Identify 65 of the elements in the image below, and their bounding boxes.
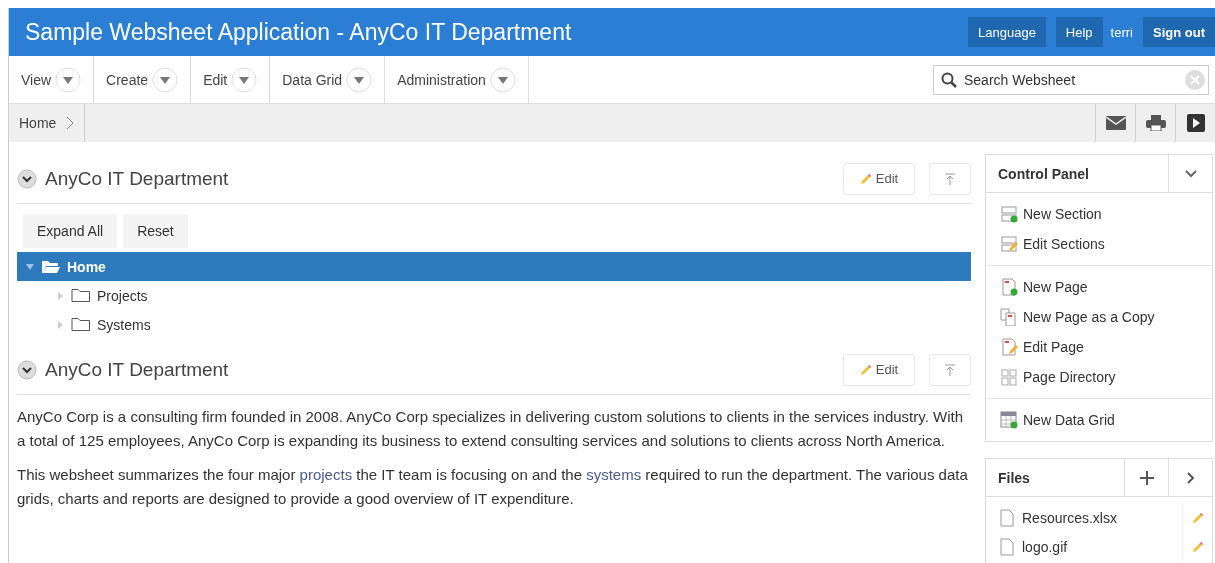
text-link[interactable]: systems [586, 466, 642, 483]
tree-node[interactable]: Projects [17, 281, 971, 310]
app-title: Sample Websheet Application - AnyCo IT Department [25, 18, 573, 46]
arrow-up-icon [944, 172, 956, 185]
panel-link[interactable]: New Page as a Copy [986, 302, 1212, 332]
panel-link[interactable]: New Data Grid [986, 405, 1212, 435]
tree-node[interactable]: Home [17, 252, 971, 281]
expand-down-icon[interactable] [25, 261, 35, 272]
collapse-icon[interactable] [17, 168, 37, 189]
section-icon [1000, 205, 1018, 223]
tree-button[interactable]: Reset [123, 214, 188, 248]
chevron-down-icon [1184, 169, 1197, 178]
header-button[interactable]: Language [968, 17, 1046, 47]
dropdown-icon[interactable] [55, 66, 82, 93]
section-title: AnyCo IT Department [45, 358, 230, 381]
panel-link[interactable]: Page Directory [986, 362, 1212, 392]
header-button[interactable]: Help [1055, 17, 1103, 47]
file-icon [1000, 537, 1014, 556]
envelope-icon [1105, 116, 1126, 130]
pencil-icon [859, 172, 872, 185]
pencil-icon [859, 363, 872, 376]
user-name: terri [1110, 24, 1133, 40]
edit-button[interactable]: Edit [843, 353, 915, 386]
page-icon [1000, 278, 1018, 296]
grid-icon [1000, 411, 1018, 429]
dropdown-icon[interactable] [346, 66, 373, 93]
panel-link[interactable]: Edit Page [986, 332, 1212, 362]
pencil-icon [1191, 540, 1204, 553]
tree-button[interactable]: Expand All [23, 214, 118, 248]
chevron-right-icon [66, 116, 75, 130]
folder-icon [41, 259, 61, 274]
page-icon [1000, 308, 1018, 326]
text-link[interactable]: projects [299, 466, 353, 483]
printer-icon [1145, 115, 1166, 131]
pencil-icon [1191, 511, 1204, 524]
edit-button[interactable]: Edit [843, 162, 915, 195]
tree-node[interactable]: Systems [17, 310, 971, 339]
file-link[interactable]: logo.gif [1022, 538, 1174, 555]
arrow-up-icon [944, 363, 956, 376]
play-icon [1186, 114, 1205, 132]
page-icon [1000, 338, 1018, 356]
chevron-right-icon [1186, 471, 1195, 484]
dropdown-icon[interactable] [152, 66, 179, 93]
directory-icon [1000, 368, 1018, 386]
section-icon [1000, 235, 1018, 253]
folder-icon [71, 317, 91, 332]
dropdown-icon[interactable] [489, 66, 516, 93]
breadcrumb-link[interactable]: Home [9, 104, 86, 142]
sign-out-button[interactable]: Sign out [1143, 17, 1215, 47]
panel-title: Control Panel [997, 165, 1090, 182]
paragraph: AnyCo Corp is a consulting firm founded in 2008. AnyCo Corp specializes in delivering custom solutions to clients in the services industry. With a total of 125 employees, AnyCo Corp is expanding its business to extend consulting services and solutions to clients across North America. [17, 407, 964, 451]
file-link[interactable]: Resources.xlsx [1022, 509, 1174, 526]
panel-title: Files [997, 469, 1031, 486]
folder-icon [71, 288, 91, 303]
dropdown-icon[interactable] [231, 66, 258, 93]
panel-link[interactable]: New Section [986, 199, 1212, 229]
section-title: AnyCo IT Department [45, 167, 230, 190]
collapse-icon[interactable] [17, 359, 37, 380]
search-icon [941, 71, 957, 88]
file-icon [1000, 508, 1014, 527]
plus-icon [1139, 470, 1154, 485]
panel-link[interactable]: New Page [986, 272, 1212, 302]
panel-link[interactable]: Edit Sections [986, 229, 1212, 259]
paragraph: This websheet summarizes the four major projects the IT team is focusing on and the systems required to run the department. The various data grids, charts and reports are designed to provide a good overview of IT expenditure. [17, 465, 969, 509]
search-field[interactable]: Search Websheet [933, 64, 1209, 95]
